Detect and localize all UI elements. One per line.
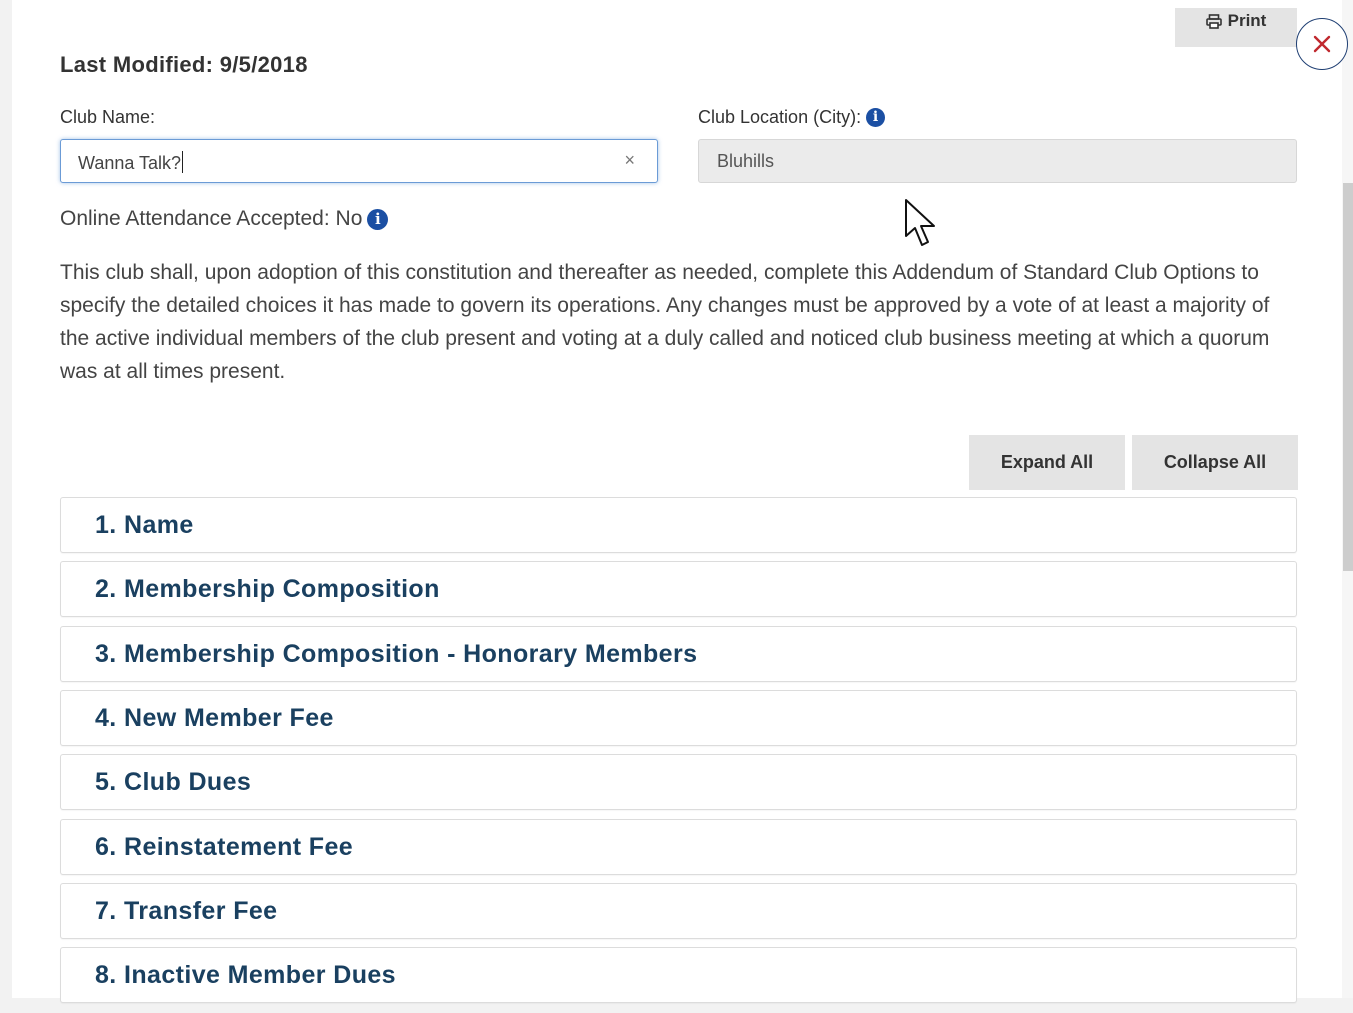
close-icon — [1313, 35, 1331, 53]
mouse-pointer-icon — [905, 199, 935, 246]
expand-all-button[interactable]: Expand All — [969, 435, 1125, 490]
club-name-input[interactable]: Wanna Talk? × — [60, 139, 658, 183]
printer-icon — [1205, 14, 1222, 29]
collapse-all-button[interactable]: Collapse All — [1132, 435, 1298, 490]
print-label: Print — [1227, 11, 1267, 30]
last-modified-heading: Last Modified: 9/5/2018 — [60, 52, 308, 77]
info-icon[interactable]: i — [367, 208, 389, 230]
club-location-input: Bluhills — [698, 139, 1297, 183]
section-accordion-6[interactable]: 6. Reinstatement Fee — [60, 819, 1297, 875]
print-button[interactable]: Print — [1175, 8, 1297, 47]
club-location-value: Bluhills — [717, 151, 775, 171]
info-icon[interactable]: i — [866, 108, 886, 127]
section-accordion-5[interactable]: 5. Club Dues — [60, 754, 1297, 810]
club-name-value: Wanna Talk? — [78, 151, 184, 173]
addendum-description: This club shall, upon adoption of this c… — [60, 261, 1270, 383]
section-accordion-8[interactable]: 8. Inactive Member Dues — [60, 947, 1297, 1003]
club-location-label: Club Location (City): i — [698, 107, 886, 128]
section-accordion-4[interactable]: 4. New Member Fee — [60, 690, 1297, 746]
text-caret — [182, 151, 184, 173]
section-accordion-2[interactable]: 2. Membership Composition — [60, 561, 1297, 617]
online-attendance-status: Online Attendance Accepted: No i — [60, 207, 389, 231]
scrollbar-thumb[interactable] — [1343, 183, 1353, 571]
section-accordion-3[interactable]: 3. Membership Composition - Honorary Mem… — [60, 626, 1297, 682]
section-accordion-1[interactable]: 1. Name — [60, 497, 1297, 553]
section-accordion-7[interactable]: 7. Transfer Fee — [60, 883, 1297, 939]
clear-icon[interactable]: × — [624, 150, 635, 171]
close-button[interactable] — [1296, 18, 1348, 70]
club-name-label: Club Name: — [60, 107, 156, 127]
